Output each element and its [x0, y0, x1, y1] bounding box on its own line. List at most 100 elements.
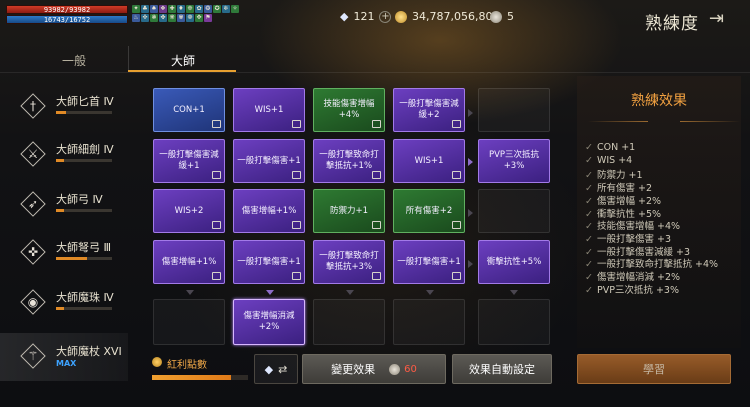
mastery-node[interactable]: 一般打擊致命打擊抵抗+3%: [313, 240, 385, 284]
tab-normal[interactable]: 一般: [62, 52, 86, 69]
empty-slot[interactable]: [153, 299, 225, 345]
swap-button[interactable]: ◆ ⇄: [254, 354, 298, 384]
buff-icon: ♦: [177, 5, 185, 13]
connector-arrow: [468, 260, 473, 268]
mastery-node[interactable]: 技能傷害增幅+4%: [313, 88, 385, 132]
lock-icon: [212, 272, 221, 280]
staff-icon: ⚚: [20, 343, 46, 369]
weapon-item[interactable]: ⚔ 大師細劍 Ⅳ: [0, 131, 128, 179]
weapon-name: 大師弩弓 Ⅲ: [56, 241, 112, 254]
mastery-node[interactable]: WIS+1: [233, 88, 305, 132]
weapon-item[interactable]: ➶ 大師弓 Ⅳ: [0, 181, 128, 229]
mastery-node[interactable]: WIS+2: [153, 189, 225, 233]
token-icon: [389, 363, 401, 375]
buff-icon: ⚑: [204, 14, 212, 22]
buff-icon: ❃: [150, 14, 158, 22]
weapon-name: 大師匕首 Ⅳ: [56, 95, 114, 108]
hp-bar: 93982/93982: [6, 5, 128, 14]
mastery-node[interactable]: 一般打擊傷害減緩+1: [153, 139, 225, 183]
change-cost: 60: [389, 363, 417, 375]
auto-set-label: 效果自動設定: [469, 363, 535, 376]
empty-slot[interactable]: [478, 88, 550, 132]
bow-icon: ➶: [20, 191, 46, 217]
buff-icon: ❉: [186, 5, 194, 13]
learn-label: 學習: [643, 363, 665, 376]
mastery-node[interactable]: CON+1: [153, 88, 225, 132]
learn-button[interactable]: 學習: [577, 354, 731, 384]
weapon-name: 大師魔杖 XVI: [56, 345, 122, 358]
buff-icon: ✿: [195, 5, 203, 13]
weapon-progress-bar: [56, 307, 112, 310]
swap-arrow-icon: ⇄: [278, 362, 288, 376]
connector-arrow: [266, 290, 274, 295]
weapon-progress-bar: [56, 159, 112, 162]
connector-arrow: [468, 109, 473, 117]
weapon-name: 大師魔珠 Ⅳ: [56, 291, 114, 304]
gold-amount: 34,787,056,805: [412, 10, 500, 23]
weapon-progress-bar: [56, 257, 112, 260]
effect-text: PVP三次抵抗 +3%: [596, 284, 679, 296]
check-icon: ✓: [585, 154, 593, 166]
lock-icon: [292, 221, 301, 229]
mastery-node[interactable]: 傷害增幅+1%: [233, 189, 305, 233]
weapon-item[interactable]: ◉ 大師魔珠 Ⅳ: [0, 279, 128, 327]
buff-icon: ✜: [141, 14, 149, 22]
buff-icon: ✥: [195, 14, 203, 22]
mastery-node[interactable]: 傷害增幅+1%: [153, 240, 225, 284]
weapon-progress-bar: [56, 209, 112, 212]
buff-icon: ✪: [213, 5, 221, 13]
buff-icon: ❂: [204, 5, 212, 13]
add-diamond-button[interactable]: +: [379, 10, 392, 23]
effects-title: 熟練效果: [631, 93, 687, 109]
mastery-node[interactable]: 防禦力+1: [313, 189, 385, 233]
weapon-item[interactable]: ✜ 大師弩弓 Ⅲ: [0, 229, 128, 277]
mastery-node-label: 傷害增幅消減+2%: [243, 311, 295, 332]
lock-icon: [452, 171, 461, 179]
buff-icon: ♠: [150, 5, 158, 13]
mastery-node[interactable]: 衝擊抗性+5%: [478, 240, 550, 284]
weapon-item[interactable]: ⚚ 大師魔杖 XVI MAX: [0, 333, 128, 381]
page-title: 熟練度: [645, 14, 699, 34]
mastery-node-label: PVP三次抵抗 +3%: [488, 150, 540, 171]
buff-icon: ♣: [141, 5, 149, 13]
lock-icon: [292, 120, 301, 128]
gold-coin-icon: [395, 10, 407, 23]
mastery-node[interactable]: 所有傷害+2: [393, 189, 465, 233]
change-effect-button[interactable]: 變更效果 60: [302, 354, 446, 384]
lock-icon: [292, 272, 301, 280]
mastery-node[interactable]: PVP三次抵抗 +3%: [478, 139, 550, 183]
lock-icon: [452, 120, 461, 128]
buff-icon: ✤: [159, 14, 167, 22]
lock-icon: [372, 171, 381, 179]
empty-slot[interactable]: [478, 299, 550, 345]
orb-icon: ◉: [20, 289, 46, 315]
mastery-node[interactable]: 傷害增幅消減+2%: [233, 299, 305, 345]
buff-icons: ✦ ♣ ♠ ❖ ✚ ♦ ❉ ✿ ❂ ✪ ❄ ✧ ♨ ✜ ❃ ✤ ❋ ✾ ❁ ✥ ⚑: [132, 5, 242, 22]
empty-slot[interactable]: [393, 299, 465, 345]
mastery-node[interactable]: 一般打擊致命打擊抵抗+1%: [313, 139, 385, 183]
effect-item: ✓ PVP三次抵抗 +3%: [585, 282, 679, 296]
buff-icon: ❖: [159, 5, 167, 13]
title-decoration: [588, 121, 648, 122]
diamond-amount: 121: [353, 10, 375, 23]
weapon-item[interactable]: † 大師匕首 Ⅳ: [0, 83, 128, 131]
empty-slot[interactable]: [313, 299, 385, 345]
tab-master[interactable]: 大師: [171, 52, 195, 69]
buff-icon: ✧: [231, 5, 239, 13]
auto-set-button[interactable]: 效果自動設定: [452, 354, 552, 384]
exit-icon[interactable]: ⇥: [709, 8, 724, 29]
mastery-node[interactable]: 一般打擊傷害+1: [233, 240, 305, 284]
lock-icon: [372, 221, 381, 229]
mastery-node[interactable]: WIS+1: [393, 139, 465, 183]
lock-icon: [212, 120, 221, 128]
empty-slot[interactable]: [478, 189, 550, 233]
connector-arrow: [426, 290, 434, 295]
mastery-node[interactable]: 一般打擊傷害減緩+2: [393, 88, 465, 132]
connector-arrow: [510, 290, 518, 295]
bonus-point-icon: [152, 357, 162, 367]
mastery-node[interactable]: 一般打擊傷害+1: [233, 139, 305, 183]
mastery-node[interactable]: 一般打擊傷害+1: [393, 240, 465, 284]
diamond-icon: ◆: [264, 362, 274, 376]
gold-currency: 34,787,056,805: [395, 10, 499, 23]
bonus-progress-fill: [152, 375, 231, 380]
